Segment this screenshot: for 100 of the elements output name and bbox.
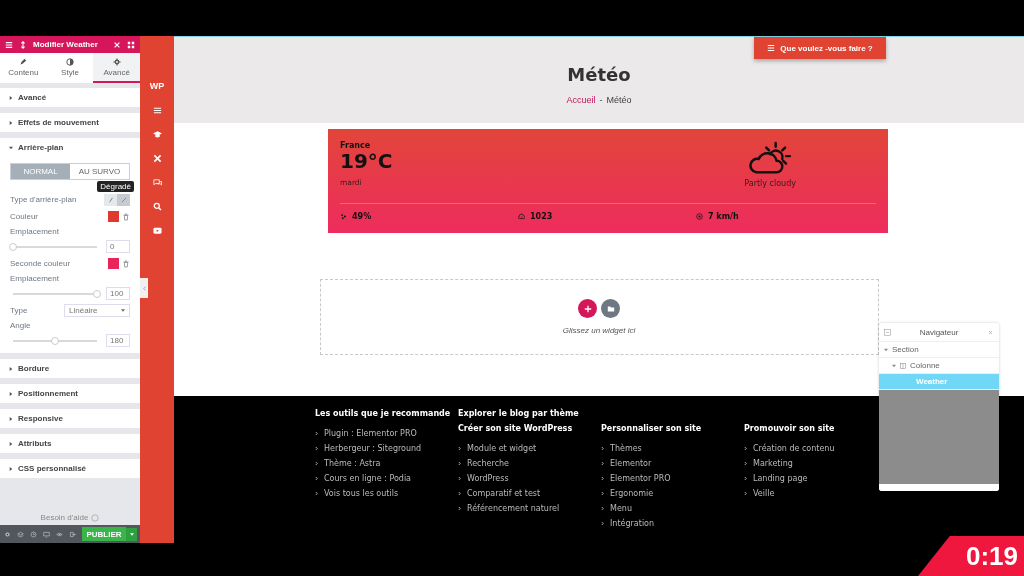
template-button[interactable] bbox=[601, 299, 620, 318]
number-field[interactable]: 100 bbox=[106, 287, 130, 300]
section-header[interactable]: Bordure bbox=[0, 359, 140, 378]
footer-link[interactable]: Thème : Astra bbox=[324, 459, 381, 468]
chevron-icon bbox=[744, 476, 747, 481]
caret-icon bbox=[9, 441, 13, 446]
section-header[interactable]: Effets de mouvement bbox=[0, 113, 140, 132]
menu-icon bbox=[767, 44, 776, 52]
caret-icon bbox=[9, 95, 13, 100]
slider[interactable] bbox=[13, 339, 97, 342]
chevron-icon bbox=[601, 446, 604, 451]
collapse-handle[interactable] bbox=[140, 278, 148, 298]
chevron-icon bbox=[315, 461, 318, 466]
gradient-icon bbox=[120, 196, 127, 203]
footer-link[interactable]: Thèmes bbox=[610, 444, 642, 453]
slider-thumb[interactable] bbox=[51, 336, 59, 345]
footer-link[interactable]: Veille bbox=[753, 489, 775, 498]
chevron-icon bbox=[744, 491, 747, 496]
chevron-icon bbox=[315, 476, 318, 481]
footer-link[interactable]: Comparatif et test bbox=[467, 489, 541, 498]
chevron-icon bbox=[601, 521, 604, 526]
column-icon bbox=[900, 362, 906, 369]
weather-stat: 7 km/h bbox=[708, 212, 739, 221]
footer-link[interactable]: Cours en ligne : Podia bbox=[324, 474, 412, 483]
chevron-icon bbox=[601, 506, 604, 511]
chevron-icon bbox=[315, 446, 318, 451]
folder-icon bbox=[606, 304, 615, 313]
chat-icon[interactable] bbox=[152, 178, 162, 187]
footer-heading: Les outils que je recommande bbox=[315, 409, 452, 418]
chevron-icon bbox=[744, 461, 747, 466]
resize-icon[interactable] bbox=[19, 40, 27, 49]
number-field[interactable]: 0 bbox=[106, 240, 130, 253]
footer-link[interactable]: Création de contenu bbox=[753, 444, 835, 453]
footer-link[interactable]: Herbergeur : Siteground bbox=[324, 444, 422, 453]
footer-link[interactable]: Ergonomie bbox=[610, 489, 654, 498]
slider-thumb[interactable] bbox=[93, 289, 101, 298]
footer-link[interactable]: Recherche bbox=[467, 459, 509, 468]
panel-tab[interactable]: Avancé bbox=[93, 53, 140, 83]
footer-link[interactable]: Elementor bbox=[610, 459, 652, 468]
graduation-cap-icon[interactable] bbox=[152, 130, 162, 139]
control-label: Seconde couleur bbox=[10, 259, 71, 268]
footer-link[interactable]: Plugin : Elementor PRO bbox=[324, 429, 417, 438]
close-icon[interactable] bbox=[113, 40, 121, 49]
logo[interactable]: WP bbox=[149, 81, 165, 91]
footer-link[interactable]: Module et widget bbox=[467, 444, 537, 453]
page-title: Météo bbox=[567, 62, 631, 85]
footer-link[interactable]: Elementor PRO bbox=[610, 474, 671, 483]
grid-icon[interactable] bbox=[127, 40, 135, 49]
footer-link[interactable]: Intégration bbox=[610, 519, 655, 528]
tools-icon[interactable] bbox=[152, 154, 162, 163]
caret-icon bbox=[121, 309, 125, 312]
menu-button[interactable]: Que voulez -vous faire ? bbox=[754, 37, 886, 59]
pencil-icon bbox=[19, 57, 28, 66]
trash-icon[interactable] bbox=[122, 259, 130, 268]
color-swatch[interactable] bbox=[108, 211, 119, 222]
section-header[interactable]: CSS personnalisé bbox=[0, 459, 140, 478]
section-header[interactable]: Attributs bbox=[0, 434, 140, 453]
gear-icon[interactable] bbox=[4, 530, 11, 538]
exit-icon[interactable] bbox=[69, 530, 76, 538]
history-icon[interactable] bbox=[30, 530, 37, 538]
control-label: Emplacement bbox=[10, 274, 60, 283]
add-section-button[interactable] bbox=[578, 299, 597, 318]
eye-icon[interactable] bbox=[56, 530, 63, 538]
number-field[interactable]: 180 bbox=[106, 334, 130, 347]
breadcrumb-link[interactable]: Accueil bbox=[566, 94, 596, 105]
caret-icon bbox=[9, 466, 13, 471]
menu-icon[interactable] bbox=[5, 40, 13, 49]
help-icon[interactable] bbox=[91, 513, 100, 522]
search-icon[interactable] bbox=[152, 202, 162, 211]
collapse-icon[interactable] bbox=[884, 328, 891, 336]
footer-link[interactable]: Marketing bbox=[753, 459, 793, 468]
classic-button[interactable] bbox=[104, 193, 117, 206]
video-icon[interactable] bbox=[152, 226, 162, 235]
layers-icon[interactable] bbox=[17, 530, 24, 538]
caret-icon bbox=[129, 532, 134, 536]
footer-heading: Créer son site WordPress bbox=[458, 424, 574, 433]
slider-thumb[interactable] bbox=[9, 242, 17, 251]
caret-icon bbox=[9, 120, 13, 125]
chevron-icon bbox=[458, 446, 461, 451]
control-label: Type bbox=[10, 306, 28, 315]
publish-options-button[interactable] bbox=[126, 527, 137, 541]
select-field[interactable]: Linéaire bbox=[64, 304, 130, 317]
footer-link[interactable]: Vois tous les outils bbox=[324, 489, 399, 498]
desktop-icon[interactable] bbox=[43, 530, 50, 538]
footer-link[interactable]: WordPress bbox=[467, 474, 509, 483]
section-header[interactable]: Responsive bbox=[0, 409, 140, 428]
chevron-icon bbox=[601, 461, 604, 466]
trash-icon[interactable] bbox=[122, 212, 130, 221]
section-header[interactable]: Positionnement bbox=[0, 384, 140, 403]
navigator-item[interactable]: Section bbox=[879, 342, 999, 358]
gradient-button[interactable] bbox=[117, 193, 130, 206]
footer-heading: Explorer le blog par thème bbox=[458, 409, 580, 418]
section-header[interactable]: Avancé bbox=[0, 88, 140, 107]
weather-condition: Partly cloudy bbox=[744, 179, 796, 188]
menu-icon[interactable] bbox=[152, 106, 162, 115]
footer-link[interactable]: Landing page bbox=[753, 474, 808, 483]
color-swatch[interactable] bbox=[108, 258, 119, 269]
footer-link[interactable]: Menu bbox=[610, 504, 632, 513]
footer-link[interactable]: Référencement naturel bbox=[467, 504, 560, 513]
navigator-title: Navigateur bbox=[919, 327, 959, 337]
